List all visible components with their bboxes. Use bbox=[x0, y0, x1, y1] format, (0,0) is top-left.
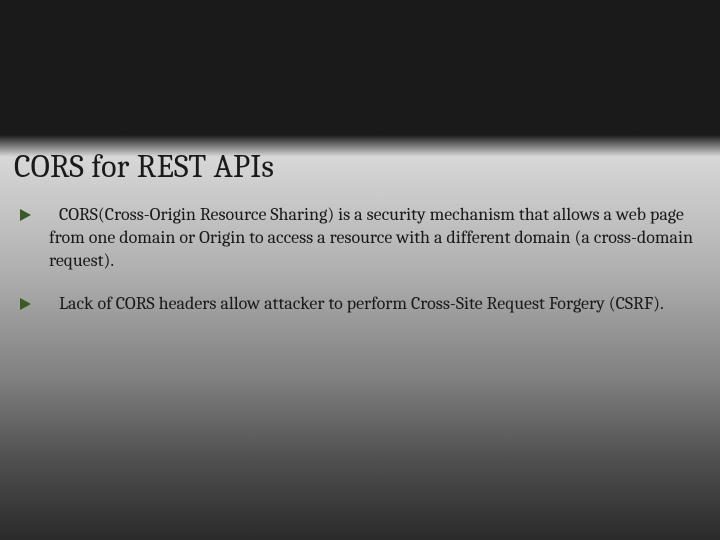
triangle-bullet-icon bbox=[20, 209, 31, 221]
bullet-list: CORS(Cross-Origin Resource Sharing) is a… bbox=[14, 203, 706, 315]
list-item: Lack of CORS headers allow attacker to p… bbox=[14, 292, 706, 315]
slide-title: CORS for REST APIs bbox=[14, 148, 706, 185]
bullet-text: CORS(Cross-Origin Resource Sharing) is a… bbox=[49, 203, 706, 272]
list-item: CORS(Cross-Origin Resource Sharing) is a… bbox=[14, 203, 706, 272]
slide: CORS for REST APIs CORS(Cross-Origin Res… bbox=[0, 0, 720, 540]
content-area: CORS for REST APIs CORS(Cross-Origin Res… bbox=[14, 148, 706, 335]
bullet-text: Lack of CORS headers allow attacker to p… bbox=[49, 292, 664, 315]
triangle-bullet-icon bbox=[20, 298, 31, 310]
